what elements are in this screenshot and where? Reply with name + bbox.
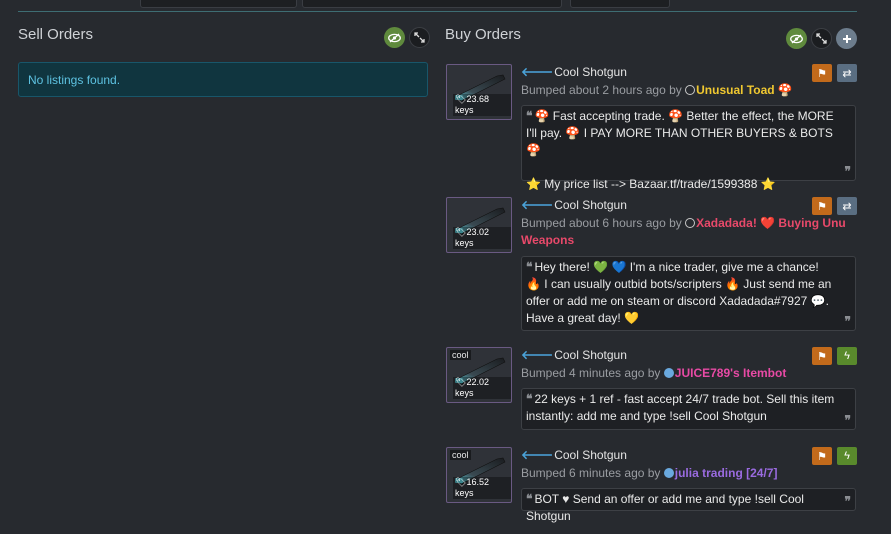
item-thumbnail[interactable]: 🏷23.68 keys (446, 64, 512, 120)
online-status-icon (663, 468, 674, 478)
user-status-icon (685, 85, 696, 95)
report-flag-button[interactable]: ⚑ (812, 64, 832, 82)
tag-icon: 🏷 (455, 477, 467, 487)
item-name-link[interactable]: 🡐Cool Shotgun (521, 447, 627, 463)
report-flag-button[interactable]: ⚑ (812, 347, 832, 365)
item-price: 🏷22.02 keys (453, 377, 511, 399)
quote-close-icon: ❞ (844, 164, 851, 178)
user-name-link[interactable]: Unusual Toad (696, 83, 774, 97)
tag-icon: 🏷 (455, 377, 467, 387)
instant-trade-button[interactable]: ϟ (837, 347, 857, 365)
item-price: 🏷23.68 keys (453, 94, 511, 116)
online-status-icon (663, 368, 674, 378)
trade-message: ❝ BOT ♥ Send an offer or add me and type … (521, 488, 856, 523)
listing-item: 🏷23.68 keys 🡐Cool Shotgun Bumped about 2 h… (446, 64, 858, 191)
user-name-emoji: 🍄 (777, 83, 793, 97)
message-line: ⭐ My price list --> Bazaar.tf/trade/1599… (526, 177, 776, 191)
item-thumbnail[interactable]: cool 🏷22.02 keys (446, 347, 512, 403)
send-offer-button[interactable]: ⇄ (837, 197, 857, 215)
message-line: Hey there! 💚 💙 I'm a nice trader, give m… (526, 260, 832, 325)
item-note-badge: cool (450, 350, 471, 360)
sell-toggle-visibility-button[interactable] (384, 27, 405, 48)
arrow-left-icon: 🡐 (521, 348, 554, 362)
report-flag-button[interactable]: ⚑ (812, 447, 832, 465)
item-thumbnail[interactable]: cool 🏷16.52 keys (446, 447, 512, 503)
lightning-icon: ϟ (844, 450, 850, 462)
tag-icon: 🏷 (455, 227, 467, 237)
arrow-left-icon: 🡐 (521, 448, 554, 462)
report-flag-button[interactable]: ⚑ (812, 197, 832, 215)
quote-open-icon: ❝ (526, 260, 533, 274)
trade-message: ❝ 22 keys + 1 ref - fast accept 24/7 trad… (521, 388, 856, 430)
item-name-link[interactable]: 🡐Cool Shotgun (521, 197, 627, 213)
flag-icon: ⚑ (817, 450, 827, 463)
expand-icon (414, 32, 425, 43)
exchange-icon: ⇄ (842, 200, 852, 213)
bump-info: Bumped about 6 hours ago by Xadadada! ❤️… (521, 216, 846, 247)
quote-open-icon: ❝ (526, 492, 533, 506)
item-note-badge: cool (450, 450, 471, 460)
item-name-link[interactable]: 🡐Cool Shotgun (521, 64, 627, 80)
eye-slash-icon (388, 33, 401, 42)
eye-slash-icon (790, 34, 803, 43)
toolbar-button[interactable] (302, 0, 562, 8)
buy-toggle-visibility-button[interactable] (786, 28, 807, 49)
toolbar-button[interactable] (140, 0, 297, 8)
tag-icon: 🏷 (455, 94, 467, 104)
message-line: 🍄 Fast accepting trade. 🍄 Better the eff… (526, 109, 834, 157)
listing-item: 🏷23.02 keys 🡐Cool Shotgun Bumped about 6 h… (446, 197, 858, 331)
flag-icon: ⚑ (817, 67, 827, 80)
message-line: 22 keys + 1 ref - fast accept 24/7 trade… (526, 392, 835, 423)
instant-trade-button[interactable]: ϟ (837, 447, 857, 465)
user-status-icon (685, 218, 696, 228)
bump-info: Bumped 6 minutes ago by julia trading [2… (521, 466, 778, 480)
arrow-left-icon: 🡐 (521, 198, 554, 212)
send-offer-button[interactable]: ⇄ (837, 64, 857, 82)
quote-close-icon: ❞ (844, 314, 851, 328)
user-name-link[interactable]: julia trading [24/7] (675, 466, 778, 480)
trade-message: ❝ Hey there! 💚 💙 I'm a nice trader, give … (521, 256, 856, 331)
user-name-link[interactable]: JUICE789's Itembot (675, 366, 787, 380)
flag-icon: ⚑ (817, 350, 827, 363)
arrow-left-icon: 🡐 (521, 65, 554, 79)
sell-empty-alert: No listings found. (18, 62, 428, 97)
quote-open-icon: ❝ (526, 109, 533, 123)
listing-item: cool 🏷22.02 keys 🡐Cool Shotgun Bumped 4 min… (446, 347, 858, 430)
add-buy-order-button[interactable] (836, 28, 857, 49)
exchange-icon: ⇄ (842, 67, 852, 80)
sell-expand-button[interactable] (409, 27, 430, 48)
bump-info: Bumped 4 minutes ago by JUICE789's Itemb… (521, 366, 787, 380)
buy-expand-button[interactable] (811, 28, 832, 49)
quote-close-icon: ❞ (844, 413, 851, 427)
flag-icon: ⚑ (817, 200, 827, 213)
divider (18, 11, 857, 12)
quote-open-icon: ❝ (526, 392, 533, 406)
toolbar-button[interactable] (570, 0, 670, 8)
quote-close-icon: ❞ (844, 494, 851, 508)
bump-info: Bumped about 2 hours ago by Unusual Toad… (521, 83, 793, 97)
item-price: 🏷23.02 keys (453, 227, 511, 249)
listing-item: cool 🏷16.52 keys 🡐Cool Shotgun Bumped 6 min… (446, 447, 858, 523)
item-price: 🏷16.52 keys (453, 477, 511, 499)
expand-icon (816, 33, 827, 44)
sell-orders-title: Sell Orders (18, 26, 94, 43)
message-line: BOT ♥ Send an offer or add me and type !… (526, 492, 804, 523)
lightning-icon: ϟ (844, 350, 850, 362)
trade-message: ❝ 🍄 Fast accepting trade. 🍄 Better the ef… (521, 105, 856, 191)
item-name-link[interactable]: 🡐Cool Shotgun (521, 347, 627, 363)
buy-orders-title: Buy Orders (445, 26, 521, 43)
plus-icon (842, 34, 851, 43)
item-thumbnail[interactable]: 🏷23.02 keys (446, 197, 512, 253)
